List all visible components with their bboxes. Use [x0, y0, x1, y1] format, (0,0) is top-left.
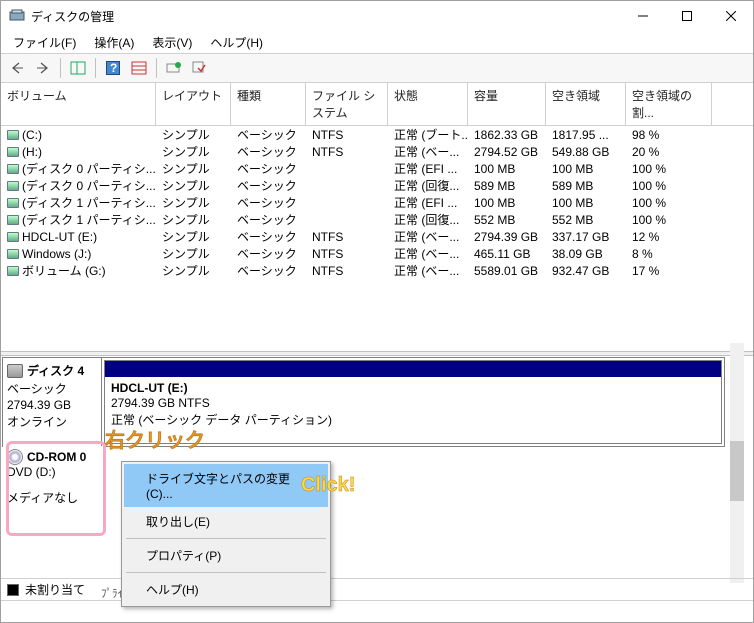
refresh-button[interactable]	[162, 56, 186, 80]
table-row[interactable]: (C:)シンプルベーシックNTFS正常 (ブート...1862.33 GB181…	[1, 126, 753, 143]
col-free-pct[interactable]: 空き領域の割...	[626, 83, 712, 125]
svg-text:?: ?	[110, 61, 117, 75]
volume-icon	[7, 164, 19, 174]
cdrom-icon	[7, 449, 23, 465]
minimize-button[interactable]	[621, 1, 665, 31]
volume-table-body: (C:)シンプルベーシックNTFS正常 (ブート...1862.33 GB181…	[1, 126, 753, 279]
volume-icon	[7, 181, 19, 191]
window-title: ディスクの管理	[31, 8, 621, 25]
table-row[interactable]: (ディスク 0 パーティシ...シンプルベーシック正常 (EFI ...100 …	[1, 160, 753, 177]
menu-change-drive-letter[interactable]: ドライブ文字とパスの変更(C)...	[124, 464, 328, 507]
col-capacity[interactable]: 容量	[468, 83, 546, 125]
disk-4-row[interactable]: ディスク 4 ベーシック 2794.39 GB オンライン HDCL-UT (E…	[2, 357, 725, 447]
menu-view[interactable]: 表示(V)	[144, 32, 200, 53]
volume-icon	[7, 215, 19, 225]
volume-icon	[7, 266, 19, 276]
volume-icon	[7, 198, 19, 208]
disk-4-partition[interactable]: HDCL-UT (E:) 2794.39 GB NTFS 正常 (ベーシック デ…	[104, 360, 722, 444]
table-row[interactable]: (ディスク 0 パーティシ...シンプルベーシック正常 (回復...589 MB…	[1, 177, 753, 194]
disk-icon	[7, 364, 23, 378]
volume-icon	[7, 147, 19, 157]
col-free[interactable]: 空き領域	[546, 83, 626, 125]
help-button[interactable]: ?	[101, 56, 125, 80]
menu-help[interactable]: ヘルプ(H)	[202, 32, 271, 53]
menu-file[interactable]: ファイル(F)	[5, 32, 84, 53]
disk-graphical-pane: ディスク 4 ベーシック 2794.39 GB オンライン HDCL-UT (E…	[1, 356, 753, 606]
menubar: ファイル(F) 操作(A) 表示(V) ヘルプ(H)	[1, 31, 753, 53]
legend-unallocated: 未割り当て	[25, 581, 85, 598]
volume-icon	[7, 232, 19, 242]
settings-button[interactable]	[188, 56, 212, 80]
list-button[interactable]	[127, 56, 151, 80]
legend-unallocated-swatch	[7, 584, 19, 596]
context-menu: ドライブ文字とパスの変更(C)... 取り出し(E) プロパティ(P) ヘルプ(…	[121, 461, 331, 607]
col-volume[interactable]: ボリューム	[1, 83, 156, 125]
toolbar: ?	[1, 53, 753, 83]
table-row[interactable]: (ディスク 1 パーティシ...シンプルベーシック正常 (回復...552 MB…	[1, 211, 753, 228]
volume-icon	[7, 130, 19, 140]
app-icon	[9, 8, 25, 24]
col-type[interactable]: 種類	[231, 83, 306, 125]
menu-action[interactable]: 操作(A)	[86, 32, 142, 53]
titlebar: ディスクの管理	[1, 1, 753, 31]
volume-table-header: ボリューム レイアウト 種類 ファイル システム 状態 容量 空き領域 空き領域…	[1, 83, 753, 126]
table-row[interactable]: ボリューム (G:)シンプルベーシックNTFS正常 (ベー...5589.01 …	[1, 262, 753, 279]
panes-button[interactable]	[66, 56, 90, 80]
menu-help[interactable]: ヘルプ(H)	[124, 575, 328, 604]
table-row[interactable]: Windows (J:)シンプルベーシックNTFS正常 (ベー...465.11…	[1, 245, 753, 262]
col-layout[interactable]: レイアウト	[156, 83, 231, 125]
close-button[interactable]	[709, 1, 753, 31]
table-row[interactable]: (ディスク 1 パーティシ...シンプルベーシック正常 (EFI ...100 …	[1, 194, 753, 211]
lower-scrollbar-thumb[interactable]	[730, 441, 744, 501]
disk-4-label[interactable]: ディスク 4 ベーシック 2794.39 GB オンライン	[3, 358, 102, 446]
col-status[interactable]: 状態	[388, 83, 468, 125]
cdrom-0-label[interactable]: CD-ROM 0 DVD (D:) メディアなし	[3, 446, 103, 506]
forward-button[interactable]	[31, 56, 55, 80]
col-filesystem[interactable]: ファイル システム	[306, 83, 388, 125]
back-button[interactable]	[5, 56, 29, 80]
menu-properties[interactable]: プロパティ(P)	[124, 541, 328, 570]
volume-icon	[7, 249, 19, 259]
table-row[interactable]: HDCL-UT (E:)シンプルベーシックNTFS正常 (ベー...2794.3…	[1, 228, 753, 245]
maximize-button[interactable]	[665, 1, 709, 31]
menu-eject[interactable]: 取り出し(E)	[124, 507, 328, 536]
table-row[interactable]: (H:)シンプルベーシックNTFS正常 (ベー...2794.52 GB549.…	[1, 143, 753, 160]
